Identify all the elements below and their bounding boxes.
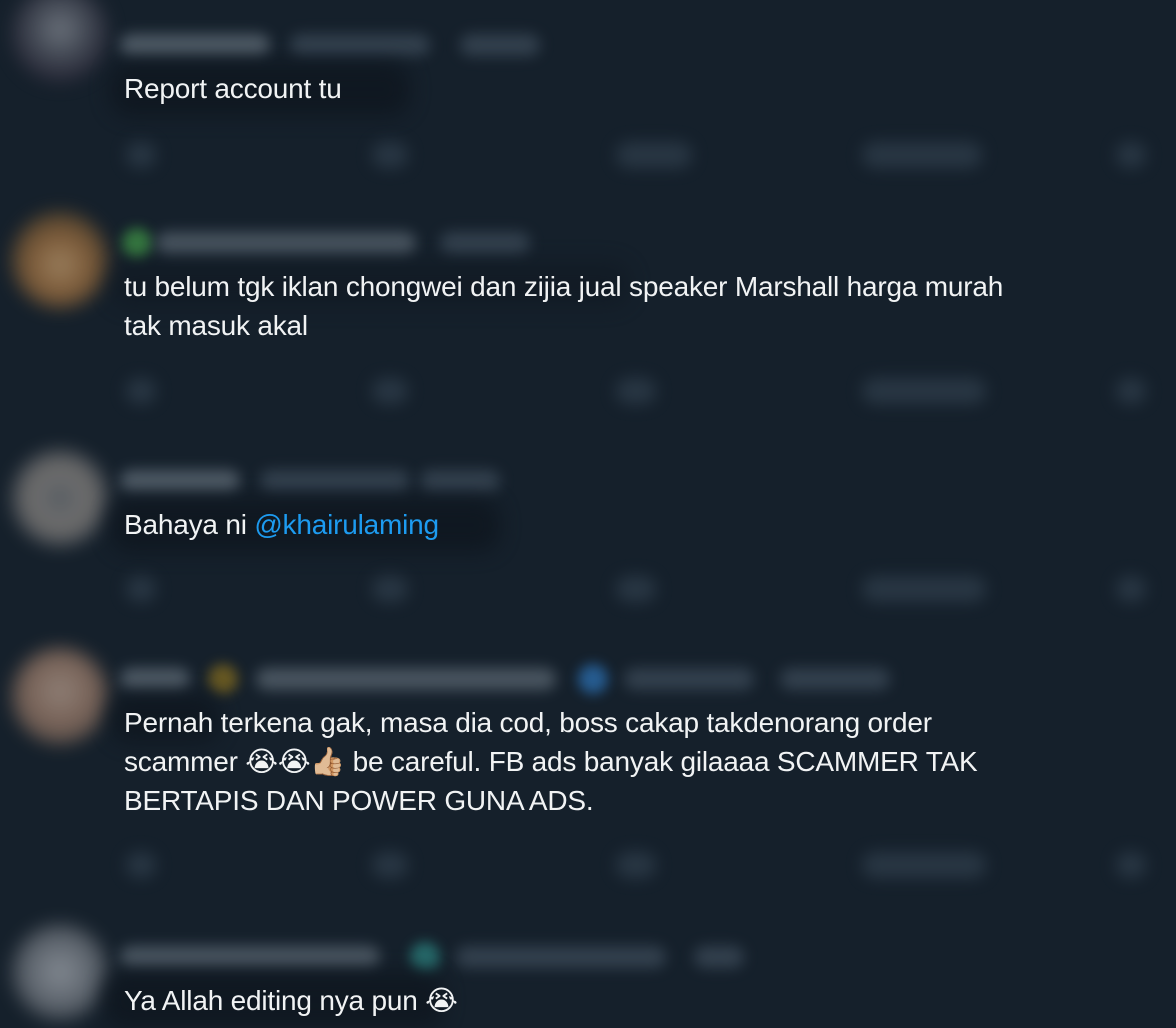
action-bar (120, 568, 1160, 608)
tweet-header (120, 658, 1100, 698)
crying-thumbs-up-emoji-icon: 😭😭👍🏼 (245, 745, 345, 778)
reply-icon[interactable] (126, 852, 156, 878)
like-icon[interactable] (616, 378, 656, 404)
tweet-header (120, 460, 1100, 500)
tweet-text-line: Bahaya ni @khairulaming (124, 505, 1134, 544)
avatar[interactable] (12, 0, 108, 82)
share-icon[interactable] (1116, 576, 1146, 602)
display-name[interactable] (120, 34, 270, 56)
reply-icon[interactable] (126, 142, 156, 168)
action-bar (120, 370, 1160, 410)
tweet-text-line: Pernah terkena gak, masa dia cod, boss c… (124, 707, 932, 738)
tweet-text: Bahaya ni @khairulaming (124, 505, 1134, 544)
like-icon[interactable] (616, 142, 692, 168)
tweet-text: Ya Allah editing nya pun 😭 (124, 981, 1134, 1020)
username[interactable] (624, 668, 754, 690)
timestamp[interactable] (460, 34, 540, 56)
crying-emoji-icon: 😭 (425, 984, 458, 1017)
display-name[interactable] (120, 668, 190, 690)
tweet-text-line: Report account tu (124, 73, 342, 104)
text-prefix: scammer (124, 746, 246, 777)
tweet-header (120, 24, 1100, 64)
verified-badge-icon (578, 664, 608, 694)
action-bar (120, 844, 1160, 884)
views-icon[interactable] (862, 142, 982, 168)
display-name-suffix[interactable] (256, 668, 556, 690)
tweet-text-line: scammer 😭😭👍🏼 be careful. FB ads banyak g… (124, 742, 1134, 781)
avatar[interactable] (12, 450, 108, 546)
tweet-text: tu belum tgk iklan chongwei dan zijia ju… (124, 267, 1134, 345)
timestamp[interactable] (694, 946, 744, 968)
like-icon[interactable] (616, 852, 656, 878)
reply-icon[interactable] (126, 378, 156, 404)
avatar[interactable] (12, 212, 108, 308)
retweet-icon[interactable] (372, 378, 408, 404)
text-body: Ya Allah editing nya pun (124, 985, 426, 1016)
views-icon[interactable] (862, 576, 986, 602)
username[interactable] (260, 470, 410, 492)
avatar[interactable] (12, 924, 108, 1020)
timestamp[interactable] (440, 232, 530, 254)
tweet-text-line: tak masuk akal (124, 310, 308, 341)
timestamp[interactable] (780, 668, 890, 690)
reply-icon[interactable] (126, 576, 156, 602)
tweet-text: Pernah terkena gak, masa dia cod, boss c… (124, 703, 1134, 820)
tweet-header (120, 936, 1100, 976)
username[interactable] (290, 34, 430, 56)
share-icon[interactable] (1116, 378, 1146, 404)
action-bar (120, 134, 1160, 174)
retweet-icon[interactable] (372, 576, 408, 602)
timestamp[interactable] (420, 470, 500, 492)
share-icon[interactable] (1116, 852, 1146, 878)
display-name[interactable] (156, 232, 416, 254)
tweet-text: Report account tu (124, 69, 1134, 108)
replies-feed: Report account tu tu belum tgk iklan cho… (0, 0, 1176, 1028)
mention-link[interactable]: @khairulaming (254, 509, 439, 540)
text-before-mention: Bahaya ni (124, 509, 255, 540)
tweet-text-line: tu belum tgk iklan chongwei dan zijia ju… (124, 271, 1004, 302)
display-name[interactable] (120, 470, 240, 492)
badge-icon (410, 942, 440, 972)
display-name[interactable] (120, 946, 380, 968)
username[interactable] (456, 946, 666, 968)
views-icon[interactable] (862, 378, 986, 404)
retweet-icon[interactable] (372, 852, 408, 878)
like-icon[interactable] (616, 576, 656, 602)
share-icon[interactable] (1116, 142, 1146, 168)
tweet-text-line: Ya Allah editing nya pun 😭 (124, 981, 1134, 1020)
avatar[interactable] (12, 648, 108, 744)
flag-icon (208, 664, 238, 694)
text-suffix: be careful. FB ads banyak gilaaaa SCAMME… (345, 746, 978, 777)
tweet-text-line: BERTAPIS DAN POWER GUNA ADS. (124, 785, 594, 816)
retweet-icon[interactable] (372, 142, 408, 168)
views-icon[interactable] (862, 852, 986, 878)
badge-icon (122, 228, 152, 258)
tweet-header (120, 222, 1100, 262)
